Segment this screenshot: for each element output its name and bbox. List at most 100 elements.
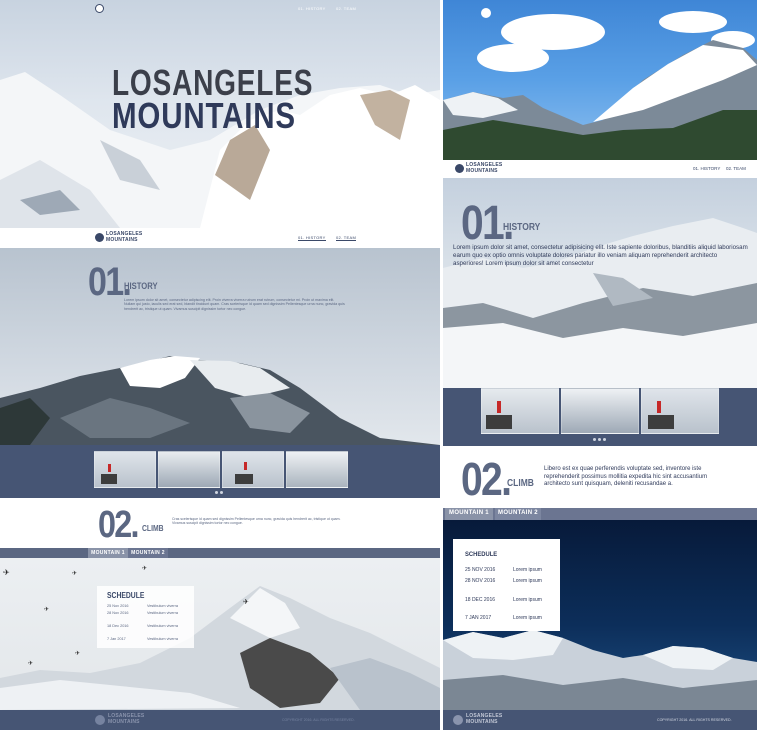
bird-icon: ✈ [243,599,249,606]
logo-emblem-icon [95,233,104,242]
logo-emblem-icon [95,4,104,13]
logo-emblem-icon [95,715,105,725]
carousel-dot-2[interactable] [220,491,223,494]
schedule-row-text: Vestibulum viverra [147,637,179,641]
history-title: HISTORY [503,222,541,233]
schedule-row-date: 7 Jan 2017 [107,637,126,641]
thumbnail-1[interactable] [481,388,559,434]
climb-title: CLIMB [142,524,164,533]
history-title: HISTORY [124,281,158,291]
schedule-row-text: Lorem ipsum [513,597,542,603]
left-mockup: 01. HISTORY 02. TEAM LOSANGELES MOUNTAIN… [0,0,440,730]
thumbnail-1[interactable] [94,451,156,488]
climber-icon [108,464,111,472]
header-nav-team[interactable]: 02. TEAM [336,235,357,241]
schedule-row-date: 18 Dec 2016 [107,624,129,628]
history-paragraph: Lorem ipsum dolor sit amet, consectetur … [124,298,345,311]
schedule-row-text: Lorem ipsum [513,578,542,584]
schedule-row-text: Lorem ipsum [513,567,542,573]
header-nav-team[interactable]: 02. TEAM [726,166,746,171]
schedule-row-date: 7 JAN 2017 [465,615,492,621]
right-schedule-section: SCHEDULE 25 NOV 2016 Lorem ipsum 28 NOV … [443,520,757,710]
carousel-dot-1[interactable] [215,491,218,494]
climb-paragraph: Libero est ex quae perferendis voluptate… [544,466,708,487]
climb-number: 02. [461,453,512,505]
history-mountain-illustration [0,356,440,445]
header-nav-history[interactable]: 01. HISTORY [693,166,720,171]
right-mockup: LOSANGELES MOUNTAINS 01. HISTORY 02. TEA… [443,0,757,730]
schedule-row-date: 28 Nov 2016 [107,611,129,615]
thumbnail-2[interactable] [158,451,220,488]
header-logo-line2: MOUNTAINS [466,168,498,174]
schedule-card: SCHEDULE 25 Nov 2016 Vestibulum viverra … [97,586,194,648]
carousel-dot-2[interactable] [598,438,601,441]
logo-emblem-icon [453,715,463,725]
schedule-row-date: 28 NOV 2016 [465,578,496,584]
climb-paragraph: Cras scelerisque id quam sed dignissim P… [172,517,341,526]
schedule-row-text: Vestibulum viverra [147,604,179,608]
right-tabs-bar: MOUNTAIN 1 MOUNTAIN 2 [443,508,757,520]
left-history-section: 01. HISTORY Lorem ipsum dolor sit amet, … [0,248,440,445]
bird-icon: ✈ [44,607,50,613]
left-header-bar: LOSANGELES MOUNTAINS 01. HISTORY 02. TEA… [0,228,440,248]
schedule-title: SCHEDULE [465,551,498,558]
schedule-row-text: Vestibulum viverra [147,624,179,628]
rock-shape [101,474,117,484]
climber-icon [657,401,661,413]
thumbnail-3[interactable] [222,451,284,488]
thumbnail-3[interactable] [641,388,719,434]
schedule-row-text: Lorem ipsum [513,615,542,621]
header-nav-history[interactable]: 01. HISTORY [298,235,326,241]
logo-emblem-icon [455,164,464,173]
schedule-row-date: 25 Nov 2016 [107,604,129,608]
left-schedule-section: ✈ ✈ ✈ ✈ ✈ ✈ ✈ SCHEDULE 25 Nov 2016 Vesti… [0,558,440,710]
left-climb-section: 02. CLIMB Cras scelerisque id quam sed d… [0,498,440,548]
footer-logo-line2: MOUNTAINS [108,719,140,725]
tab-mountain-2[interactable]: MOUNTAIN 2 [495,508,541,520]
rock-shape [648,415,674,429]
right-history-section: 01. HISTORY Lorem ipsum dolor sit amet, … [443,178,757,388]
climber-icon [497,401,501,413]
bird-icon: ✈ [3,568,10,577]
schedule-row-text: Vestibulum viverra [147,611,179,615]
history-paragraph: Lorem ipsum dolor sit amet, consectetur … [453,244,748,267]
climb-number: 02. [98,504,139,546]
hero-nav-history[interactable]: 01. HISTORY [298,6,326,11]
hero-cloud-mountain-illustration [443,11,757,160]
left-footer: LOSANGELES MOUNTAINS COPYRIGHT 2016. ALL… [0,710,440,730]
rock-shape [235,474,253,484]
logo-emblem-icon [481,8,491,18]
thumbnail-2[interactable] [561,388,639,434]
schedule-card: SCHEDULE 25 NOV 2016 Lorem ipsum 28 NOV … [453,539,560,631]
left-tabs-bar: MOUNTAIN 1 MOUNTAIN 2 [0,548,440,558]
bird-icon: ✈ [72,571,78,577]
schedule-row-date: 18 DEC 2016 [465,597,496,603]
bird-icon: ✈ [142,566,148,572]
tab-mountain-1[interactable]: MOUNTAIN 1 [445,508,493,520]
schedule-mountain-illustration [0,586,440,710]
climber-icon [244,462,247,470]
footer-copyright: COPYRIGHT 2016. ALL RIGHTS RESERVED. [657,718,732,722]
hero-section: 01. HISTORY 02. TEAM LOSANGELES MOUNTAIN… [0,0,440,228]
carousel-dot-1[interactable] [593,438,596,441]
thumbnail-4[interactable] [286,451,348,488]
header-logo-line2: MOUNTAINS [106,237,138,243]
bird-icon: ✈ [75,651,81,657]
right-footer: LOSANGELES MOUNTAINS COPYRIGHT 2016. ALL… [443,710,757,730]
left-thumbnail-strip [0,445,440,498]
schedule-title: SCHEDULE [107,591,145,600]
footer-copyright: COPYRIGHT 2016. ALL RIGHTS RESERVED. [282,718,355,722]
climb-title: CLIMB [507,478,534,489]
right-thumbnail-strip [443,388,757,446]
carousel-dot-3[interactable] [603,438,606,441]
right-climb-section: 02. CLIMB Libero est ex quae perferendis… [443,446,757,508]
right-header-bar: LOSANGELES MOUNTAINS 01. HISTORY 02. TEA… [443,160,757,178]
schedule-row-date: 25 NOV 2016 [465,567,496,573]
footer-logo-line2: MOUNTAINS [466,719,498,725]
tab-mountain-2[interactable]: MOUNTAIN 2 [128,548,168,558]
rock-shape [486,415,512,429]
tab-mountain-1[interactable]: MOUNTAIN 1 [88,548,128,558]
hero-title-line2: MOUNTAINS [112,95,296,136]
right-hero-section [443,0,757,160]
hero-nav-team[interactable]: 02. TEAM [336,6,356,11]
